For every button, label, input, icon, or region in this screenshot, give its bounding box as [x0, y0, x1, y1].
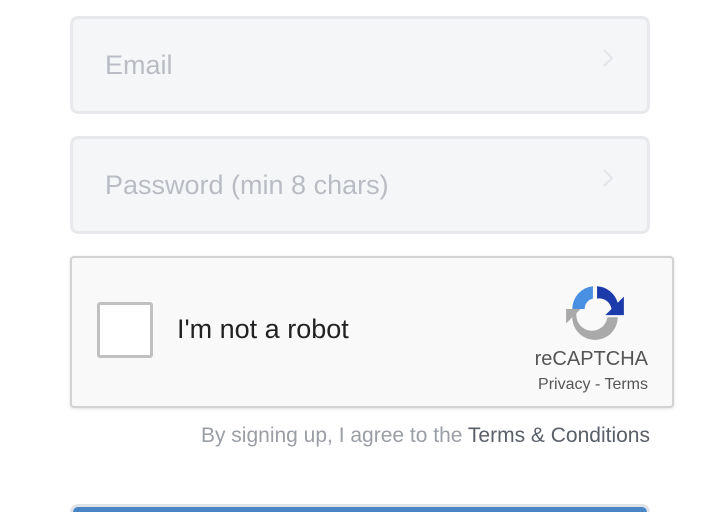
- password-field[interactable]: [73, 139, 647, 231]
- recaptcha-logo-icon: [566, 286, 624, 340]
- password-field-container: [70, 136, 650, 234]
- email-field[interactable]: [73, 19, 647, 111]
- terms-conditions-link[interactable]: Terms & Conditions: [468, 424, 650, 447]
- terms-agreement-text: By signing up, I agree to the: [200, 424, 468, 447]
- link-separator: -: [590, 376, 605, 393]
- terms-link[interactable]: Terms: [604, 376, 648, 393]
- email-field-container: [70, 16, 650, 114]
- signup-button[interactable]: [70, 504, 650, 512]
- recaptcha-label: I'm not a robot: [177, 314, 349, 344]
- privacy-link[interactable]: Privacy: [538, 376, 590, 393]
- recaptcha-links: Privacy - Terms: [538, 376, 648, 394]
- recaptcha-brand: reCAPTCHA: [534, 348, 648, 370]
- chevron-right-icon: [603, 169, 614, 187]
- recaptcha-widget: I'm not a robot reCAPTCHA Privacy - Term…: [70, 256, 674, 408]
- signup-form: I'm not a robot reCAPTCHA Privacy - Term…: [0, 0, 720, 512]
- terms-agreement: By signing up, I agree to the Terms & Co…: [201, 424, 650, 448]
- recaptcha-checkbox[interactable]: [97, 302, 153, 358]
- chevron-right-icon: [603, 49, 614, 67]
